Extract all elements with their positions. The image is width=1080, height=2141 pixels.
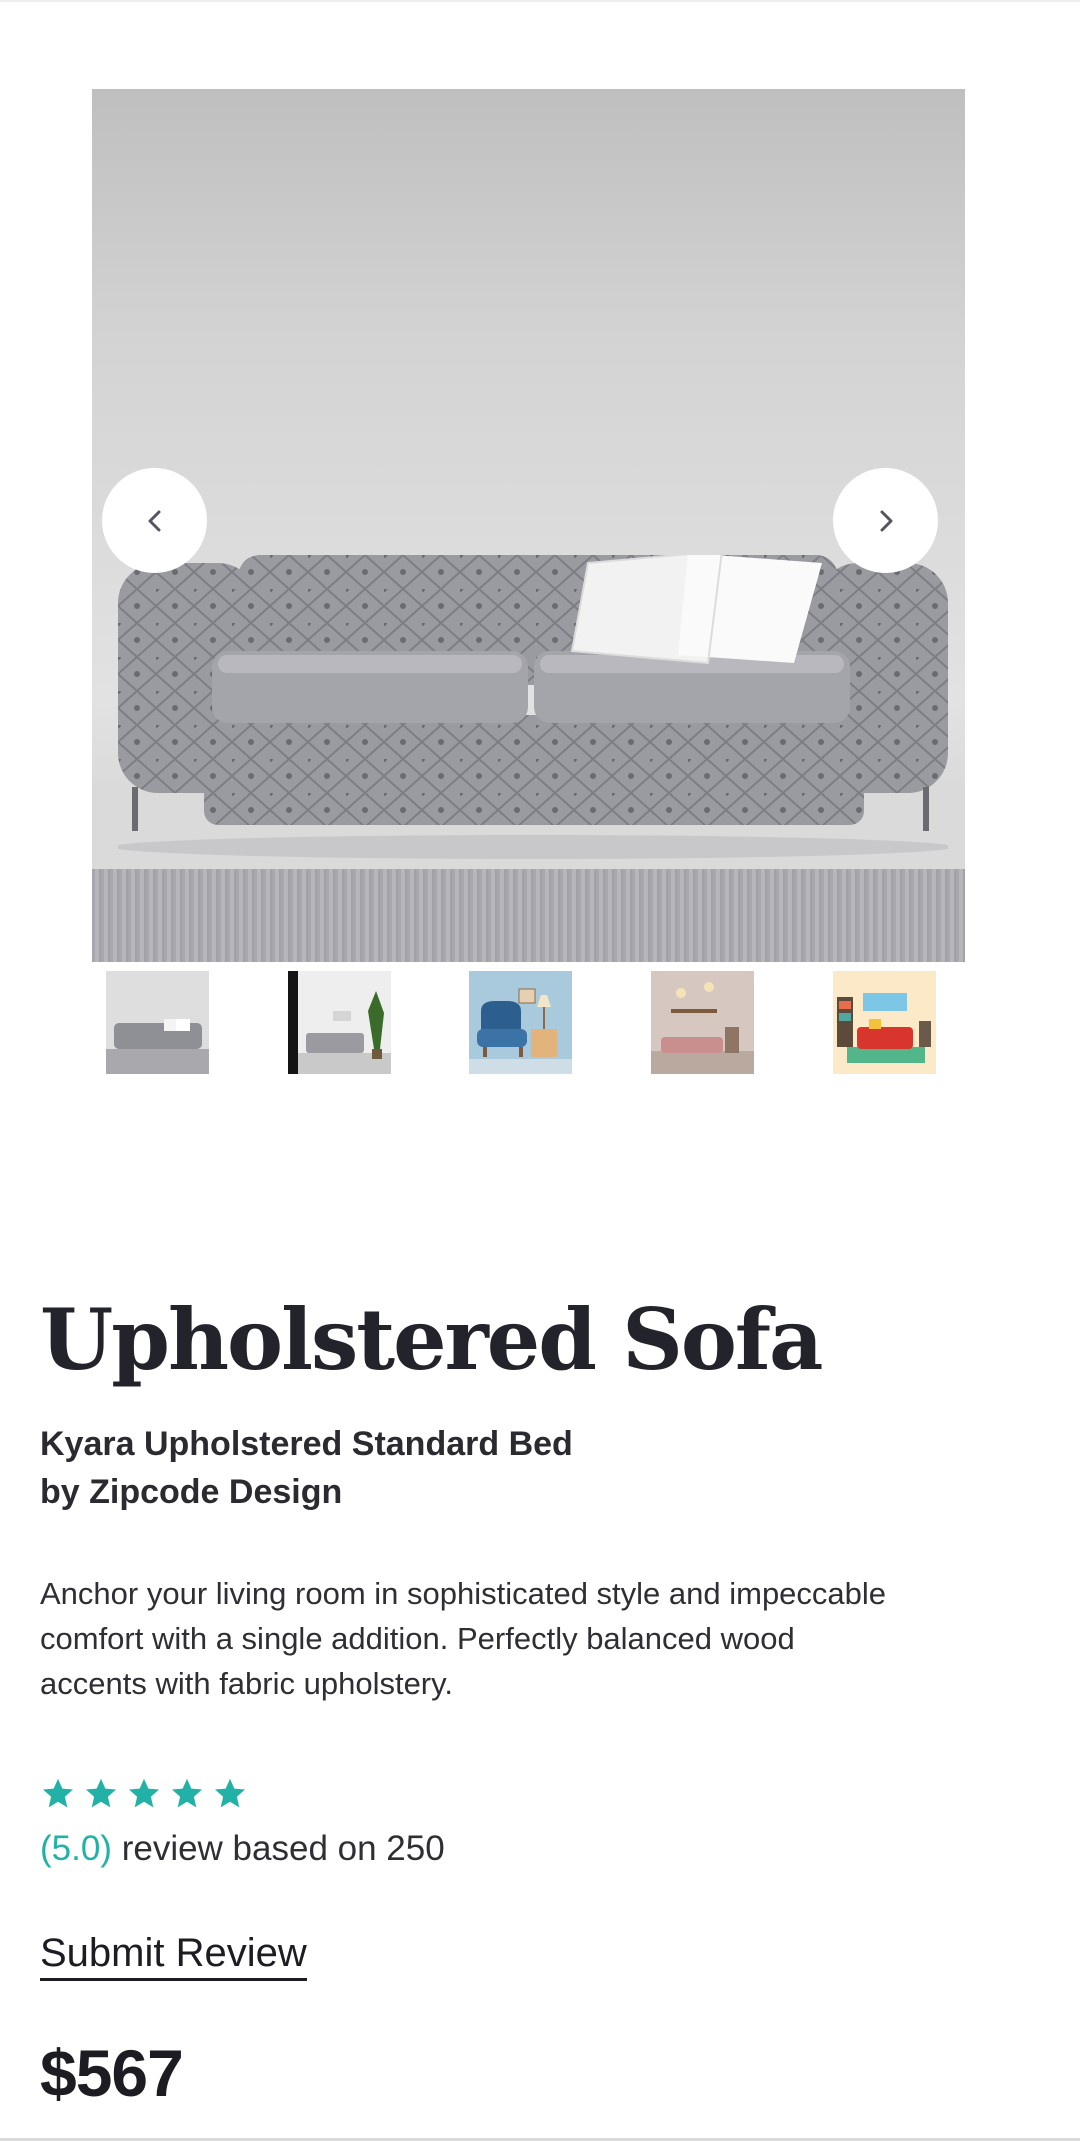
star-icon xyxy=(129,1778,159,1808)
thumbnail-blue-armchair[interactable] xyxy=(469,971,572,1074)
product-subtitle-line2: by Zipcode Design xyxy=(40,1473,343,1511)
product-subtitle: Kyara Upholstered Standard Bed by Zipcod… xyxy=(40,1420,740,1516)
chevron-right-icon xyxy=(880,510,892,531)
star-icon xyxy=(215,1778,245,1808)
thumbnail-lounge[interactable] xyxy=(651,971,754,1074)
star-icon xyxy=(172,1778,202,1808)
rating-value: (5.0) xyxy=(40,1829,112,1868)
product-title: Upholstered Sofa xyxy=(40,1290,823,1389)
star-icon xyxy=(86,1778,116,1808)
thumbnail-living-room[interactable] xyxy=(288,971,391,1074)
thumbnail-grey-sofa[interactable] xyxy=(106,971,209,1074)
rating-stars xyxy=(40,1776,248,1812)
sofa-illustration xyxy=(118,555,948,859)
thumbnail-red-sofa-room[interactable] xyxy=(833,971,936,1074)
submit-review-link[interactable]: Submit Review xyxy=(40,1930,307,1981)
product-description: Anchor your living room in sophisticated… xyxy=(40,1576,887,1701)
next-image-button[interactable] xyxy=(833,468,938,573)
rating-summary: (5.0) review based on 250 xyxy=(40,1829,445,1869)
previous-image-button[interactable] xyxy=(102,468,207,573)
chevron-left-icon xyxy=(148,510,160,531)
product-price: $567 xyxy=(40,2036,184,2110)
top-divider xyxy=(0,0,1080,2)
star-icon xyxy=(43,1778,73,1808)
thumbnail-strip xyxy=(0,971,1080,1074)
rating-count-text: review based on 250 xyxy=(111,1829,445,1868)
product-subtitle-line1: Kyara Upholstered Standard Bed xyxy=(40,1425,573,1463)
